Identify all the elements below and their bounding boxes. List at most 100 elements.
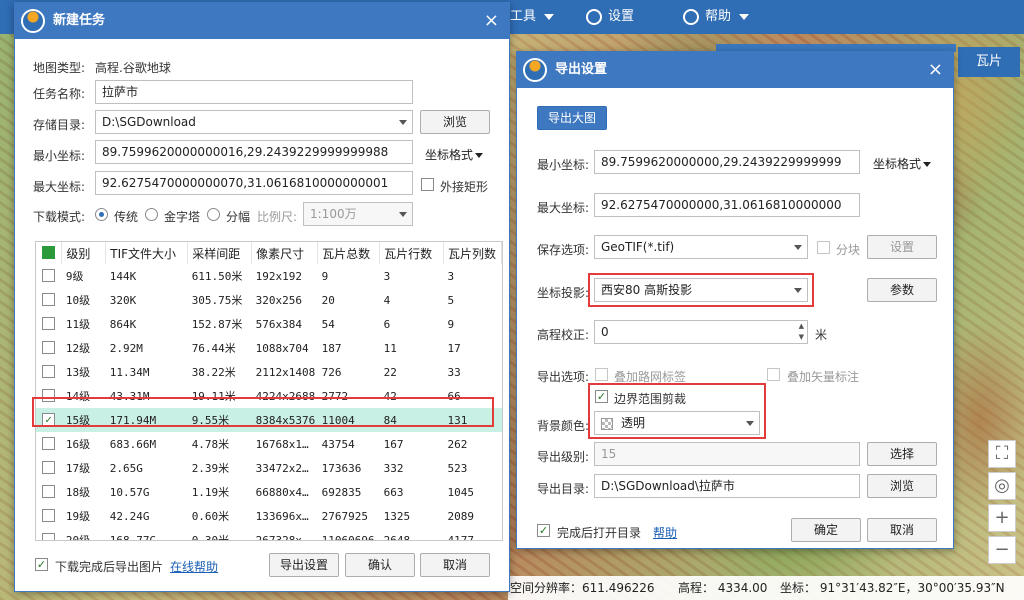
- cell-pixel: 267328x…: [255, 533, 309, 541]
- export-big-image-button[interactable]: 导出大图: [537, 106, 607, 130]
- elevation-unit: 米: [815, 328, 828, 342]
- zoom-out-button[interactable]: −: [988, 536, 1016, 564]
- save-format-select[interactable]: GeoTIF(*.tif): [594, 235, 808, 259]
- tools-menu[interactable]: 工具: [510, 0, 555, 34]
- col-header-pixel[interactable]: 像素尺寸: [251, 242, 319, 264]
- zoom-in-button[interactable]: +: [988, 504, 1016, 532]
- col-header-level[interactable]: 级别: [61, 242, 107, 264]
- cell-pixel: 33472x2…: [255, 461, 309, 475]
- table-row[interactable]: 12级 2.92M 76.44米 1088x704 187 11 17: [36, 336, 502, 360]
- export-settings-titlebar[interactable]: 导出设置 ×: [517, 52, 953, 88]
- coord-format-label: 坐标格式: [425, 148, 474, 162]
- mode-tile-radio[interactable]: [207, 208, 220, 221]
- cell-cols: 3: [447, 269, 455, 283]
- close-icon[interactable]: ×: [928, 52, 943, 88]
- close-icon[interactable]: ×: [484, 3, 499, 39]
- select-all-checkbox[interactable]: [42, 246, 55, 259]
- tile-panel-tab[interactable]: 瓦片: [958, 47, 1020, 77]
- online-help-link[interactable]: 在线帮助: [170, 558, 218, 575]
- browse-button[interactable]: 浏览: [420, 110, 490, 134]
- min-coord-input[interactable]: 89.7599620000000,29.2439229999999: [594, 150, 860, 174]
- mode-traditional-radio[interactable]: [95, 208, 108, 221]
- row-checkbox[interactable]: [42, 485, 55, 498]
- row-checkbox[interactable]: [42, 461, 55, 474]
- row-checkbox[interactable]: [42, 509, 55, 522]
- help-link[interactable]: 帮助: [653, 524, 677, 541]
- projection-params-button[interactable]: 参数: [867, 278, 937, 302]
- cell-spacing: 4.78米: [191, 438, 230, 451]
- table-row[interactable]: 20级 168.77G 0.30米 267328x… 11060696 2648 4177: [36, 528, 502, 541]
- caret-down-icon: [923, 162, 932, 167]
- new-task-titlebar[interactable]: 新建任务 ×: [15, 3, 509, 39]
- col-header-cols[interactable]: 瓦片列数: [443, 242, 502, 264]
- max-coord-input[interactable]: 92.6275470000000,31.0616810000000: [594, 193, 860, 217]
- export-dir-browse-button[interactable]: 浏览: [867, 474, 937, 498]
- coord-format-dropdown[interactable]: 坐标格式: [873, 155, 932, 172]
- cell-total: 9: [321, 269, 329, 283]
- max-coord-input[interactable]: 92.6275470000000070,31.0616810000000001: [95, 171, 413, 195]
- scale-select[interactable]: 1:100万: [303, 202, 413, 226]
- task-name-input[interactable]: 拉萨市: [95, 80, 413, 104]
- row-checkbox[interactable]: [42, 269, 55, 282]
- table-row[interactable]: 9级 144K 611.50米 192x192 9 3 3: [36, 264, 502, 288]
- save-settings-button[interactable]: 设置: [867, 235, 937, 259]
- row-checkbox-cell: [36, 528, 62, 540]
- elevation-correction-input[interactable]: 0 ▲ ▼: [594, 320, 808, 344]
- export-settings-button[interactable]: 导出设置: [269, 553, 339, 577]
- cell-cols: 9: [447, 317, 455, 331]
- export-after-download-label: 下载完成后导出图片: [55, 560, 164, 574]
- row-checkbox[interactable]: [42, 437, 55, 450]
- coord-format-dropdown[interactable]: 坐标格式: [425, 146, 484, 163]
- outer-rect-checkbox[interactable]: [421, 178, 434, 191]
- cell-level: 13级: [65, 366, 91, 379]
- select-level-button[interactable]: 选择: [867, 442, 937, 466]
- col-header-total[interactable]: 瓦片总数: [317, 242, 381, 264]
- help-menu[interactable]: 帮助: [683, 0, 750, 34]
- road-labels-checkbox[interactable]: [595, 368, 608, 381]
- col-header-rows[interactable]: 瓦片行数: [379, 242, 444, 264]
- export-after-download-checkbox[interactable]: [35, 558, 48, 571]
- cell-level: 10级: [65, 294, 91, 307]
- table-row[interactable]: 19级 42.24G 0.60米 133696x… 2767925 1325 2089: [36, 504, 502, 528]
- locate-icon[interactable]: ◎: [988, 472, 1016, 500]
- table-row[interactable]: 17级 2.65G 2.39米 33472x2… 173636 332 523: [36, 456, 502, 480]
- table-row[interactable]: 16级 683.66M 4.78米 16768x1… 43754 167 262: [36, 432, 502, 456]
- cancel-button[interactable]: 取消: [420, 553, 490, 577]
- settings-menu[interactable]: 设置: [586, 0, 634, 34]
- row-checkbox[interactable]: [42, 533, 55, 540]
- row-checkbox[interactable]: [42, 341, 55, 354]
- status-coordinate: 坐标： 91°31′43.82″E，30°00′35.93″N: [780, 581, 1005, 595]
- min-coord-input[interactable]: 89.7599620000000016,29.2439229999999988: [95, 140, 413, 164]
- col-header-size[interactable]: TIF文件大小: [105, 242, 189, 264]
- row-checkbox[interactable]: [42, 365, 55, 378]
- confirm-button[interactable]: 确认: [345, 553, 415, 577]
- table-row[interactable]: 13级 11.34M 38.22米 2112x1408 726 22 33: [36, 360, 502, 384]
- save-format-value: GeoTIF(*.tif): [601, 240, 675, 254]
- cell-cols: 5: [447, 293, 455, 307]
- mode-pyramid-radio[interactable]: [145, 208, 158, 221]
- export-level-input[interactable]: 15: [594, 442, 860, 466]
- cancel-button[interactable]: 取消: [867, 518, 937, 542]
- cell-size: 10.57G: [109, 485, 150, 499]
- vector-labels-checkbox[interactable]: [767, 368, 780, 381]
- ok-button[interactable]: 确定: [791, 518, 861, 542]
- storage-dir-select[interactable]: D:\SGDownload: [95, 110, 413, 134]
- open-dir-after-checkbox[interactable]: [537, 524, 550, 537]
- cell-cols: 262: [447, 437, 468, 451]
- col-header-spacing[interactable]: 采样间距: [187, 242, 253, 264]
- table-row[interactable]: 10级 320K 305.75米 320x256 20 4 5: [36, 288, 502, 312]
- save-option-label: 保存选项:: [537, 243, 590, 257]
- table-row[interactable]: 11级 864K 152.87米 576x384 54 6 9: [36, 312, 502, 336]
- gear-icon: [586, 8, 602, 25]
- row-checkbox[interactable]: [42, 317, 55, 330]
- open-dir-after-label: 完成后打开目录: [557, 526, 642, 540]
- table-row[interactable]: 18级 10.57G 1.19米 66880x4… 692835 663 1045: [36, 480, 502, 504]
- cell-rows: 167: [383, 437, 404, 451]
- mode-traditional-label: 传统: [114, 210, 139, 224]
- split-checkbox[interactable]: [817, 241, 830, 254]
- spinner-arrows-icon[interactable]: ▲ ▼: [799, 321, 804, 343]
- row-checkbox[interactable]: [42, 293, 55, 306]
- min-coord-label: 最小坐标:: [33, 149, 86, 163]
- export-dir-input[interactable]: D:\SGDownload\拉萨市: [594, 474, 860, 498]
- fullscreen-icon[interactable]: ⛶: [988, 440, 1016, 468]
